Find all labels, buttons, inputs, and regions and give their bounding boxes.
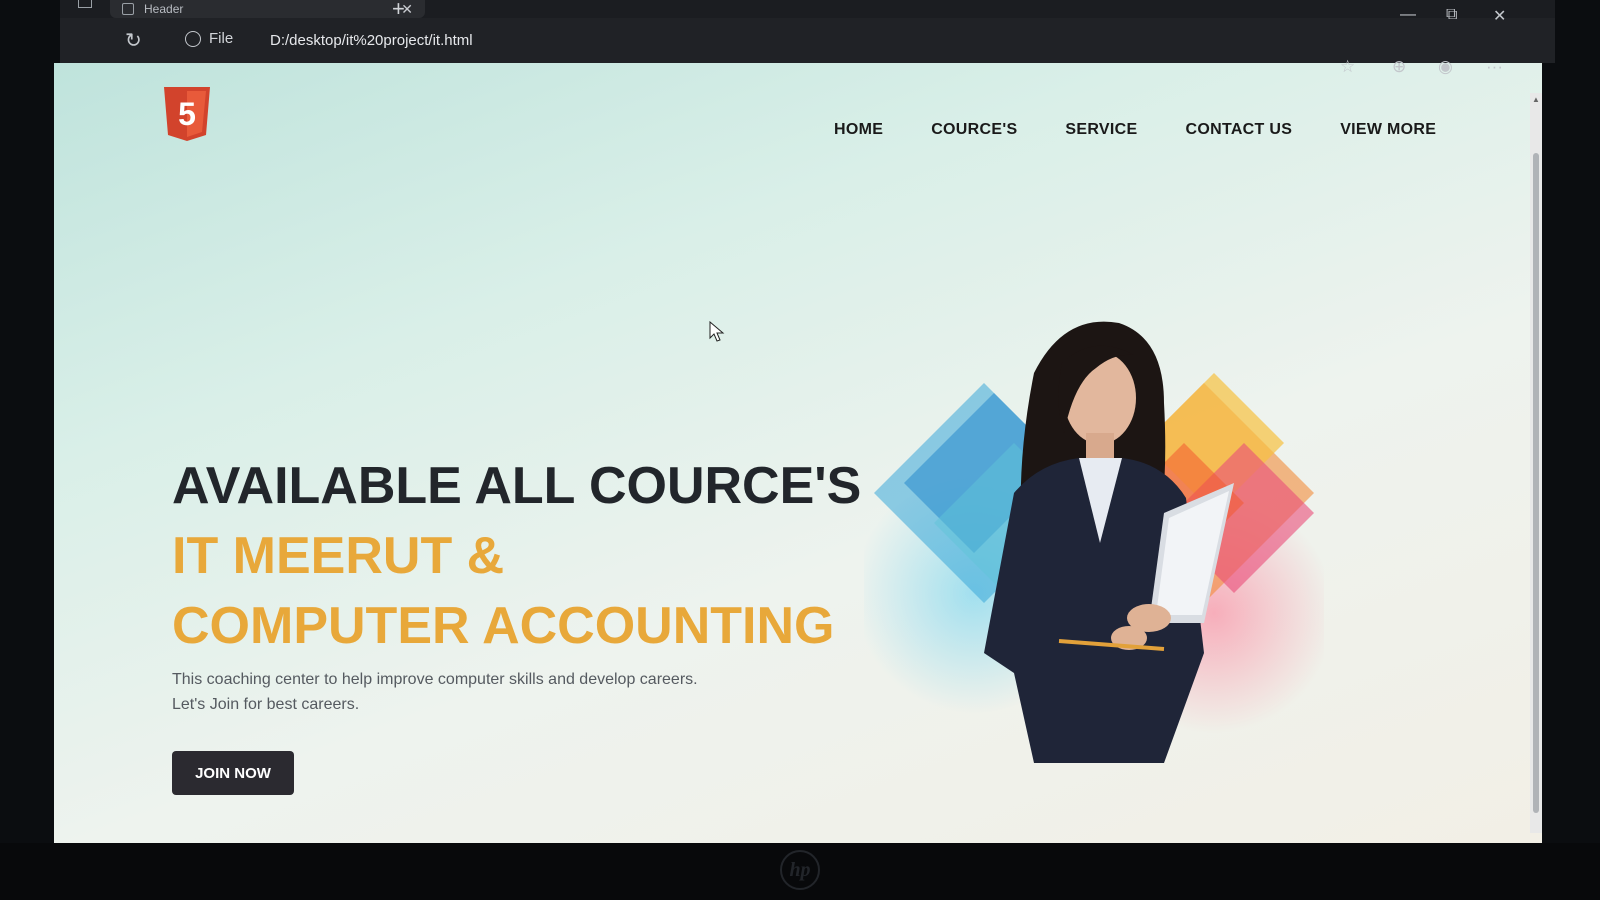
page-scrollbar[interactable]: ▲ <box>1530 93 1542 833</box>
nav-courses[interactable]: COURCE'S <box>931 121 1017 139</box>
restore-button[interactable]: ⧉ <box>1446 6 1457 24</box>
favorites-icon[interactable]: ☆ <box>1340 57 1355 77</box>
page-icon <box>122 3 134 15</box>
mouse-pointer-icon <box>709 321 725 342</box>
info-circle-icon <box>185 30 201 47</box>
page-viewport: 5 HOME COURCE'S SERVICE CONTACT US VIEW … <box>54 63 1542 843</box>
reload-icon[interactable]: ↻ <box>125 28 142 53</box>
nav-home[interactable]: HOME <box>834 121 883 139</box>
hero-desc-line-1: This coaching center to help improve com… <box>172 671 698 688</box>
html5-logo[interactable]: 5 <box>162 85 212 143</box>
nav-contact-us[interactable]: CONTACT US <box>1185 121 1292 139</box>
collections-icon[interactable]: ⊕ <box>1392 57 1406 77</box>
main-nav: HOME COURCE'S SERVICE CONTACT US VIEW MO… <box>834 121 1436 139</box>
nav-service[interactable]: SERVICE <box>1065 121 1137 139</box>
browser-tab[interactable]: Header ✕ <box>110 0 425 18</box>
hero-desc-line-2: Let's Join for best careers. <box>172 696 360 713</box>
site-info-button[interactable]: File <box>185 30 233 47</box>
hp-logo: hp <box>780 850 820 890</box>
hero-title: AVAILABLE ALL COURCE'S IT MEERUT & COMPU… <box>172 451 861 661</box>
nav-view-more[interactable]: VIEW MORE <box>1340 121 1436 139</box>
tab-actions-icon[interactable] <box>78 0 92 8</box>
monitor: Header ✕ + ↻ File D:/desktop/it%20projec… <box>0 0 1600 900</box>
tab-title: Header <box>144 2 184 16</box>
hero-line-1: AVAILABLE ALL COURCE'S <box>172 457 862 515</box>
join-now-button[interactable]: JOIN NOW <box>172 751 294 795</box>
profile-icon[interactable]: ◉ <box>1438 57 1453 77</box>
hero-line-3: COMPUTER ACCOUNTING <box>172 597 835 655</box>
hero-image <box>864 321 1324 763</box>
logo-text: 5 <box>178 96 196 132</box>
minimize-button[interactable]: — <box>1400 6 1416 24</box>
more-options-icon[interactable]: ··· <box>1486 57 1503 77</box>
address-bar: ↻ File D:/desktop/it%20project/it.html <box>60 18 1555 63</box>
scroll-up-icon[interactable]: ▲ <box>1532 95 1540 104</box>
url-field[interactable]: D:/desktop/it%20project/it.html <box>270 32 473 49</box>
scroll-thumb[interactable] <box>1533 153 1539 813</box>
hero-description: This coaching center to help improve com… <box>172 667 698 717</box>
hero-line-2: IT MEERUT & <box>172 527 505 585</box>
scheme-label: File <box>209 30 234 47</box>
close-window-button[interactable]: ✕ <box>1493 6 1506 26</box>
